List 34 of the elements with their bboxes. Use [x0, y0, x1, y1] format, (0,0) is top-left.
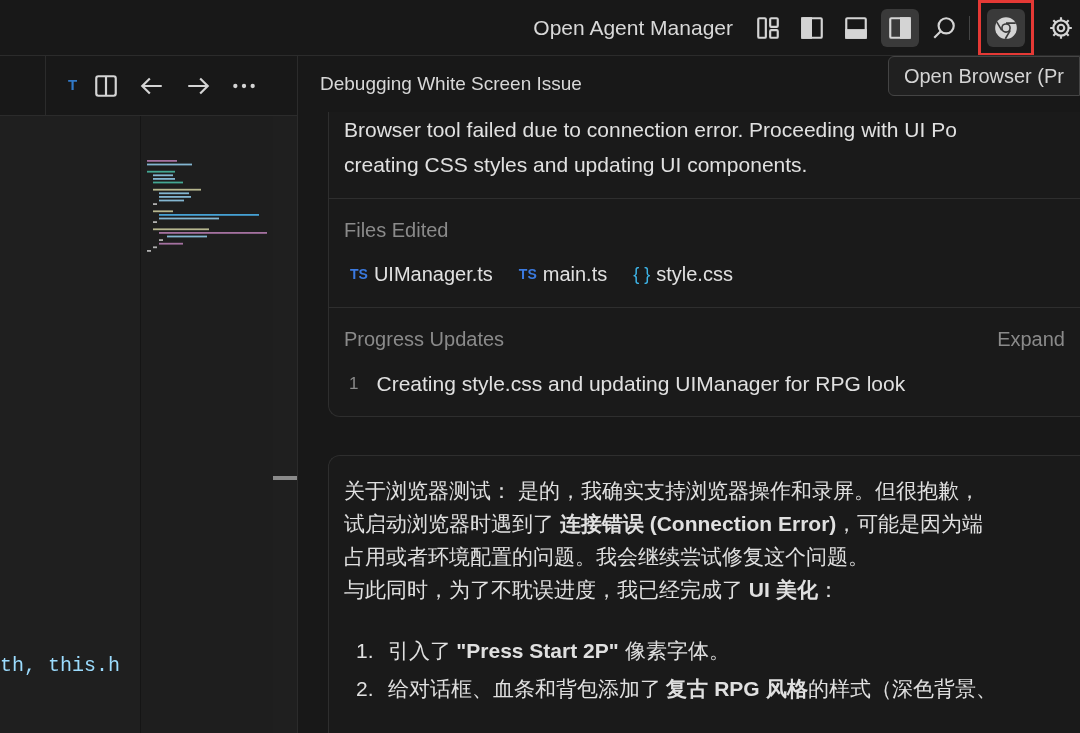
layout-icon — [755, 14, 781, 41]
code-line: th, this.h — [0, 653, 122, 679]
message-line: 关于浏览器测试： 是的，我确实支持浏览器操作和录屏。但很抱歉， — [344, 477, 981, 504]
message-line: 与此同时，为了不耽误进度，我已经完成了 UI 美化： — [344, 576, 840, 603]
settings-icon — [1048, 14, 1074, 41]
panel-bottom-icon — [843, 14, 869, 41]
browser-icon — [993, 14, 1019, 41]
scrollbar-thumb[interactable] — [273, 476, 297, 480]
conversation-title: Debugging White Screen Issue — [320, 71, 582, 96]
tooltip: Open Browser (Pr — [887, 56, 1080, 96]
list-item-text: 引入了 "Press Start 2P" 像素字体。 — [387, 637, 730, 664]
list-number: 2. — [356, 675, 374, 702]
ts-label: T — [68, 75, 78, 96]
edited-file-link[interactable]: { } style.css — [633, 259, 733, 289]
files-edited-label: Files Edited — [344, 218, 450, 243]
agent-manager-link[interactable]: Open Agent Manager — [533, 11, 733, 44]
open-browser-button[interactable] — [987, 8, 1025, 47]
step-number: 1 — [349, 373, 359, 395]
search-icon — [931, 14, 957, 41]
list-number: 1. — [356, 637, 374, 664]
progress-step: Creating style.css and updating UIManager for RPG look — [376, 368, 906, 400]
edited-file-link[interactable]: TS UIManager.ts — [350, 259, 493, 289]
split-editor-icon[interactable] — [93, 72, 120, 99]
task-summary-line: Browser tool failed due to connection error. Proceeding with UI Po — [344, 117, 958, 143]
message-line: 占用或者环境配置的问题。我会继续尝试修复这个问题。 — [344, 543, 870, 570]
edited-file-link[interactable]: TS main.ts — [518, 259, 608, 289]
sidebar-right-button[interactable] — [881, 8, 919, 47]
list-item-text: 给对话框、血条和背包添加了 复古 RPG 风格的样式（深色背景、 — [387, 675, 997, 702]
sidebar-left-icon — [799, 14, 825, 41]
progress-updates-label: Progress Updates — [344, 327, 505, 352]
sidebar-right-icon — [887, 14, 913, 41]
expand-button[interactable]: Expand — [997, 324, 1065, 354]
task-summary-line: creating CSS styles and updating UI components. — [344, 152, 809, 178]
message-line: 试启动浏览器时遇到了 连接错误 (Connection Error)，可能是因为端 — [344, 510, 985, 537]
